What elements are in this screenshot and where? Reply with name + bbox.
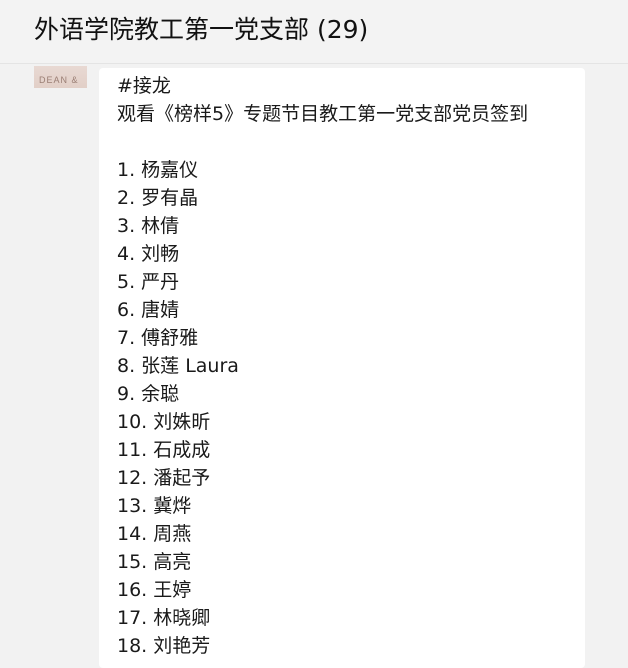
list-item: 1. 杨嘉仪 [117,159,199,181]
list-item: 10. 刘姝昕 [117,411,211,433]
list-item: 16. 王婷 [117,579,192,601]
list-item: 12. 潘起予 [117,467,211,489]
chat-title-bar: 外语学院教工第一党支部 (29) [0,0,628,64]
avatar-label: DEAN & [39,75,79,85]
list-item: 15. 高亮 [117,551,192,573]
message-tag: #接龙 [117,75,171,97]
list-item: 7. 傅舒雅 [117,327,199,349]
list-item: 4. 刘畅 [117,243,180,265]
sender-avatar[interactable]: DEAN & [34,66,87,88]
list-item: 3. 林倩 [117,215,180,237]
message-bubble[interactable]: #接龙 观看《榜样5》专题节目教工第一党支部党员签到 1. 杨嘉仪 2. 罗有晶… [99,68,585,668]
list-item: 9. 余聪 [117,383,180,405]
list-item: 5. 严丹 [117,271,180,293]
list-item: 8. 张莲 Laura [117,355,239,377]
list-item: 13. 冀烨 [117,495,192,517]
list-item: 2. 罗有晶 [117,187,199,209]
list-item: 17. 林晓卿 [117,607,211,629]
list-item: 6. 唐婧 [117,299,180,321]
chat-title: 外语学院教工第一党支部 (29) [34,15,369,44]
list-item: 11. 石成成 [117,439,211,461]
message-header: 观看《榜样5》专题节目教工第一党支部党员签到 [117,103,529,125]
chat-message-area[interactable]: DEAN & #接龙 观看《榜样5》专题节目教工第一党支部党员签到 1. 杨嘉仪… [0,64,628,668]
list-item: 14. 周燕 [117,523,192,545]
